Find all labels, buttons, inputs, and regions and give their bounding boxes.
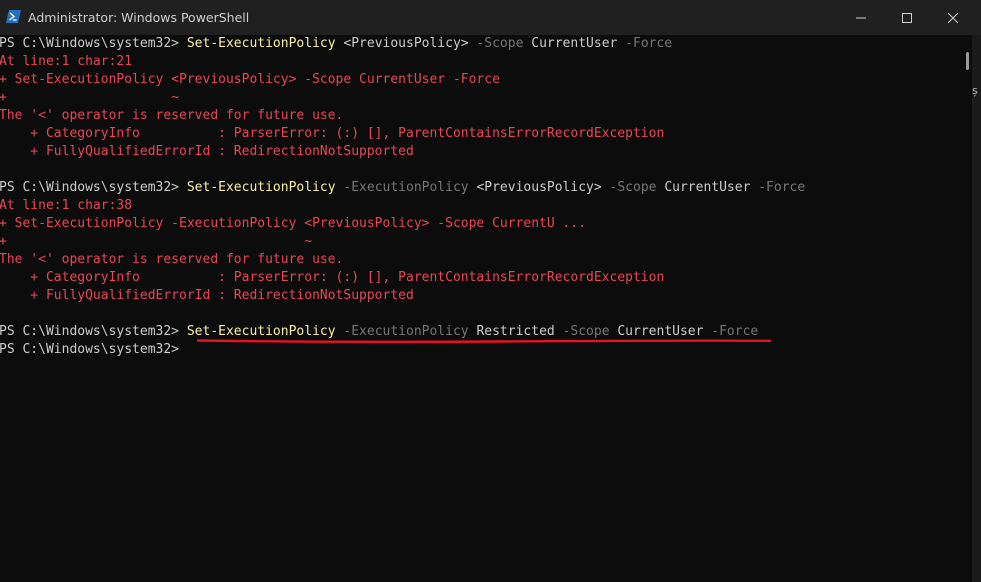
parameter: -Force [758, 180, 806, 195]
prompt: PS C:\Windows\system32> [0, 36, 187, 51]
parameter: -Scope [562, 324, 610, 339]
red-underline-annotation [197, 339, 771, 344]
error-line: + Set-ExecutionPolicy <PreviousPolicy> -… [0, 72, 500, 87]
command-line: PS C:\Windows\system32> Set-ExecutionPol… [0, 179, 805, 197]
error-line: + FullyQualifiedErrorId : RedirectionNot… [0, 288, 414, 303]
current-prompt: PS C:\Windows\system32> [0, 342, 187, 357]
error-line: The '<' operator is reserved for future … [0, 252, 344, 267]
close-button[interactable] [930, 0, 976, 35]
argument: CurrentUser [664, 180, 751, 195]
minimize-button[interactable] [838, 0, 884, 35]
parameter: -Scope [476, 36, 524, 51]
prompt: PS C:\Windows\system32> [0, 324, 187, 339]
argument: CurrentUser [617, 324, 704, 339]
parameter: -Force [711, 324, 759, 339]
minimize-icon [856, 17, 866, 18]
argument: <PreviousPolicy> [476, 180, 602, 195]
maximize-icon [902, 12, 912, 23]
background-window-glyph: ș [972, 84, 978, 97]
background-window-edge [972, 35, 981, 582]
parameter: -ExecutionPolicy [343, 324, 469, 339]
terminal-output[interactable]: PS C:\Windows\system32> Set-ExecutionPol… [0, 35, 960, 582]
argument: <PreviousPolicy> [343, 36, 469, 51]
error-line: + Set-ExecutionPolicy -ExecutionPolicy <… [0, 216, 586, 231]
parameter: -Force [625, 36, 673, 51]
cmdlet: Set-ExecutionPolicy [186, 36, 336, 51]
window-title: Administrator: Windows PowerShell [28, 10, 250, 25]
error-line: + FullyQualifiedErrorId : RedirectionNot… [0, 144, 414, 159]
powershell-icon [6, 10, 21, 23]
maximize-button[interactable] [884, 0, 930, 35]
title-bar[interactable]: Administrator: Windows PowerShell [0, 0, 981, 35]
cmdlet: Set-ExecutionPolicy [186, 324, 336, 339]
error-line: At line:1 char:21 [0, 54, 133, 69]
error-line: The '<' operator is reserved for future … [0, 108, 344, 123]
command-line: PS C:\Windows\system32> Set-ExecutionPol… [0, 35, 672, 53]
parameter: -ExecutionPolicy [343, 180, 469, 195]
argument: CurrentUser [531, 36, 618, 51]
scrollbar-thumb[interactable] [966, 52, 969, 70]
error-line: + CategoryInfo : ParserError: (:) [], Pa… [0, 126, 665, 141]
error-line: + ~ [0, 234, 313, 249]
powershell-window: Administrator: Windows PowerShell PS C:\… [0, 0, 981, 582]
argument: Restricted [476, 324, 555, 339]
parameter: -Scope [609, 180, 657, 195]
error-line: + ~ [0, 90, 180, 105]
prompt: PS C:\Windows\system32> [0, 180, 187, 195]
cmdlet: Set-ExecutionPolicy [186, 180, 336, 195]
close-icon [948, 12, 958, 23]
error-line: At line:1 char:38 [0, 198, 133, 213]
error-line: + CategoryInfo : ParserError: (:) [], Pa… [0, 270, 665, 285]
